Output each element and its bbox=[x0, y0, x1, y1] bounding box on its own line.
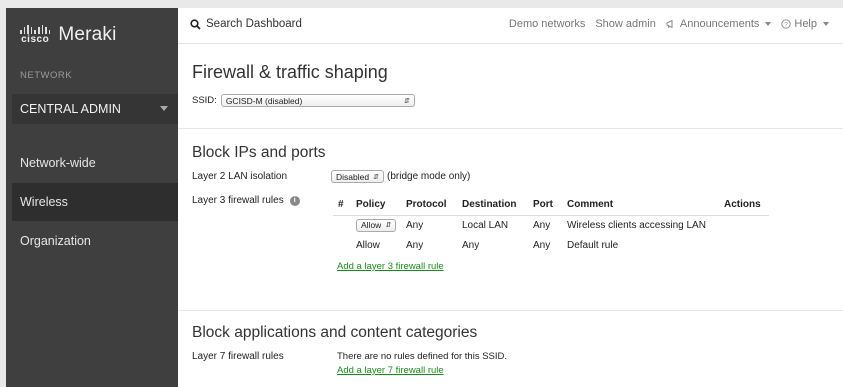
col-header-policy: Policy bbox=[351, 194, 401, 216]
search-placeholder: Search Dashboard bbox=[206, 18, 302, 30]
divider bbox=[178, 310, 843, 311]
help-icon: ? bbox=[781, 19, 792, 29]
select-arrows-icon: ⇵ bbox=[373, 173, 379, 181]
help-label: Help bbox=[794, 18, 817, 30]
table-header-row: # Policy Protocol Destination Port Comme… bbox=[333, 194, 769, 216]
main-content: Firewall & traffic shaping SSID: GCISD-M… bbox=[178, 44, 843, 387]
megaphone-icon bbox=[666, 19, 673, 29]
sidebar-item-label: Wireless bbox=[20, 195, 68, 209]
show-admin-link[interactable]: Show admin bbox=[595, 18, 656, 30]
cell-destination[interactable]: Local LAN bbox=[457, 215, 528, 235]
cell-actions bbox=[719, 215, 769, 235]
cell-port[interactable]: Any bbox=[528, 215, 562, 235]
l2-isolation-select[interactable]: Disabled ⇵ bbox=[331, 170, 384, 183]
cell-actions bbox=[719, 235, 769, 255]
add-l7-rule-link[interactable]: Add a layer 7 firewall rule bbox=[337, 365, 444, 376]
select-arrows-icon: ⇵ bbox=[385, 222, 392, 230]
l7-rules-label: Layer 7 firewall rules bbox=[192, 351, 284, 362]
chevron-down-icon bbox=[823, 22, 829, 26]
table-row: Allow ⇵ Any Local LAN Any Wireless clien… bbox=[333, 215, 769, 235]
col-header-destination: Destination bbox=[457, 194, 528, 216]
l2-isolation-label: Layer 2 LAN isolation bbox=[192, 171, 288, 182]
help-menu[interactable]: ? Help bbox=[781, 18, 829, 30]
l2-isolation-value: Disabled bbox=[336, 171, 370, 182]
cell-port: Any bbox=[533, 239, 551, 251]
policy-select-value: Allow bbox=[361, 220, 382, 231]
top-bar: Search Dashboard Demo networks Show admi… bbox=[178, 8, 843, 44]
l3-rules-label: Layer 3 firewall rules bbox=[192, 195, 284, 206]
col-header-actions: Actions bbox=[719, 194, 769, 216]
cell-comment: Default rule bbox=[567, 239, 619, 251]
cell-num bbox=[333, 215, 351, 235]
chevron-down-icon bbox=[765, 22, 772, 26]
sidebar-item-label: Organization bbox=[20, 234, 91, 248]
cell-policy: Allow ⇵ bbox=[351, 215, 401, 235]
ssid-label: SSID: bbox=[192, 95, 217, 106]
section-title-block-ips: Block IPs and ports bbox=[192, 144, 326, 161]
l3-firewall-table: # Policy Protocol Destination Port Comme… bbox=[333, 194, 769, 255]
ssid-row: SSID: GCISD-M (disabled) ⇵ bbox=[192, 94, 415, 107]
cell-destination: Any bbox=[462, 239, 480, 251]
cell-comment[interactable]: Wireless clients accessing LAN bbox=[562, 215, 719, 235]
sidebar-item-organization[interactable]: Organization bbox=[12, 222, 178, 260]
cell-policy: Allow bbox=[356, 239, 380, 251]
page-title: Firewall & traffic shaping bbox=[192, 62, 388, 82]
col-header-num: # bbox=[333, 194, 351, 216]
meraki-logo[interactable]: cisco Meraki bbox=[20, 18, 117, 52]
search-input[interactable]: Search Dashboard bbox=[190, 18, 302, 30]
network-label: NETWORK bbox=[20, 70, 73, 81]
section-title-block-apps: Block applications and content categorie… bbox=[192, 324, 478, 341]
sidebar-item-network-wide[interactable]: Network-wide bbox=[12, 144, 178, 182]
sidebar-item-wireless[interactable]: Wireless bbox=[12, 183, 178, 221]
logo-product: Meraki bbox=[58, 24, 117, 45]
svg-text:?: ? bbox=[785, 21, 789, 28]
announcements-label: Announcements bbox=[679, 18, 760, 30]
sidebar-item-label: Network-wide bbox=[20, 156, 96, 170]
info-icon[interactable]: i bbox=[289, 195, 300, 206]
divider bbox=[178, 128, 843, 129]
col-header-port: Port bbox=[528, 194, 562, 216]
demo-networks-link[interactable]: Demo networks bbox=[509, 18, 585, 30]
sidebar: cisco Meraki NETWORK CENTRAL ADMIN Netwo… bbox=[6, 8, 178, 387]
logo-brand: cisco bbox=[21, 34, 50, 45]
announcements-menu[interactable]: Announcements bbox=[666, 18, 772, 30]
select-arrows-icon: ⇵ bbox=[403, 97, 410, 105]
l2-isolation-note: (bridge mode only) bbox=[387, 171, 471, 182]
table-row: Allow Any Any Any Default rule bbox=[333, 235, 769, 255]
col-header-comment: Comment bbox=[562, 194, 719, 216]
network-selector-value: CENTRAL ADMIN bbox=[20, 102, 121, 116]
ssid-select-value: GCISD-M (disabled) bbox=[225, 95, 303, 106]
chevron-down-icon bbox=[160, 106, 168, 111]
l7-rules-note: There are no rules defined for this SSID… bbox=[337, 351, 508, 362]
cisco-logo-icon: cisco bbox=[20, 25, 51, 45]
l3-rules-label-row: Layer 3 firewall rules i bbox=[192, 195, 300, 206]
policy-select[interactable]: Allow ⇵ bbox=[356, 218, 396, 232]
network-selector[interactable]: CENTRAL ADMIN bbox=[12, 94, 178, 124]
l2-isolation-row: Disabled ⇵ (bridge mode only) bbox=[331, 170, 470, 183]
cell-protocol[interactable]: Any bbox=[401, 215, 457, 235]
col-header-protocol: Protocol bbox=[401, 194, 457, 216]
search-icon bbox=[190, 18, 201, 30]
ssid-select[interactable]: GCISD-M (disabled) ⇵ bbox=[220, 94, 415, 107]
cell-protocol: Any bbox=[406, 239, 424, 251]
add-l3-rule-link[interactable]: Add a layer 3 firewall rule bbox=[337, 261, 444, 272]
cell-num bbox=[333, 235, 351, 255]
